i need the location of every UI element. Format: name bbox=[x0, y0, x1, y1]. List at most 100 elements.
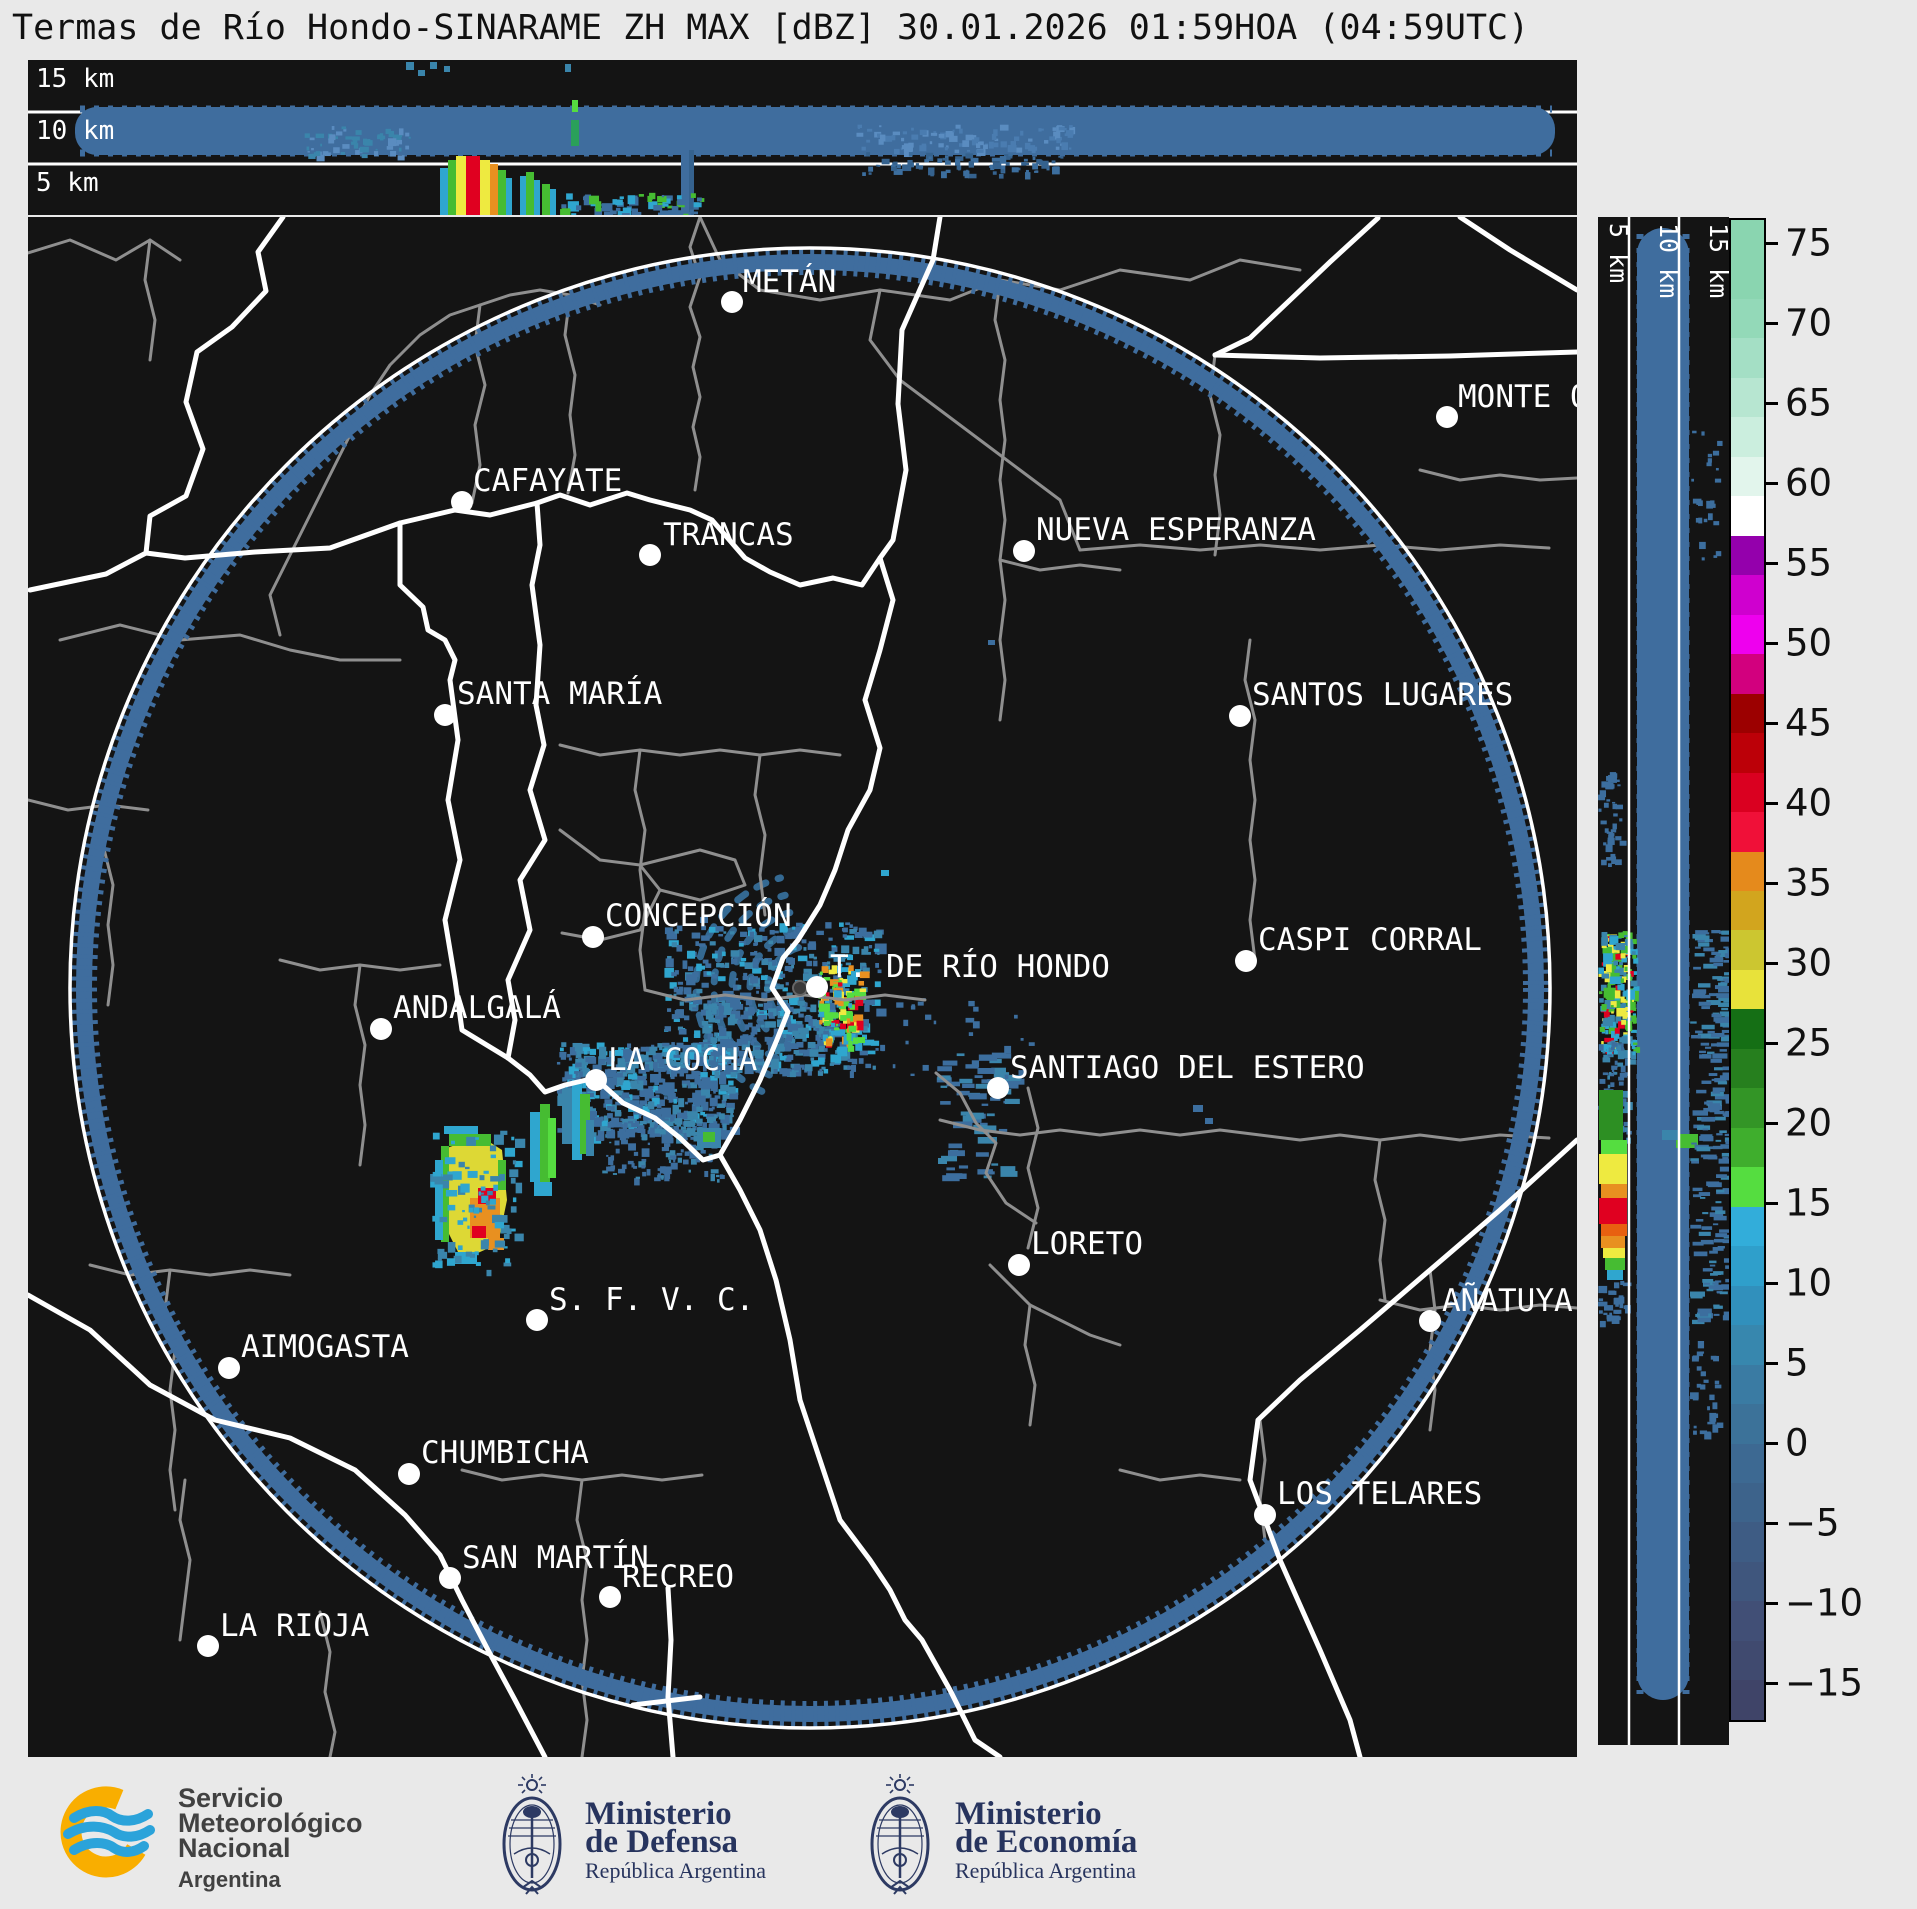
colorbar-segment bbox=[1731, 1561, 1764, 1602]
smn-line-3: Nacional bbox=[178, 1833, 291, 1863]
city-marker: T. DE RÍO HONDO bbox=[806, 949, 1110, 998]
city-dot bbox=[197, 1635, 219, 1657]
colorbar-segment bbox=[1731, 1285, 1764, 1326]
colorbar-segment bbox=[1731, 733, 1764, 773]
city-label: RECREO bbox=[622, 1559, 734, 1595]
colorbar-segment bbox=[1731, 1680, 1764, 1720]
colorbar-segment bbox=[1731, 259, 1764, 299]
city-marker: NUEVA ESPERANZA bbox=[1013, 512, 1316, 562]
colorbar-segment bbox=[1731, 1325, 1764, 1365]
city-label: CHUMBICHA bbox=[421, 1435, 589, 1471]
defensa-coat-of-arms-icon bbox=[502, 1774, 562, 1895]
altitude-label: 5 km bbox=[1604, 223, 1633, 284]
colorbar-tick bbox=[1766, 322, 1778, 325]
ministerio-defensa-wordmark: Ministerio de Defensa República Argentin… bbox=[585, 1798, 766, 1884]
economia-line-3: República Argentina bbox=[955, 1858, 1137, 1883]
cross-section-top-panel: 15 km 10 km 5 km bbox=[28, 60, 1577, 215]
colorbar-segment bbox=[1731, 377, 1764, 418]
colorbar-tick-label: 50 bbox=[1785, 621, 1833, 665]
colorbar-tick bbox=[1766, 1282, 1778, 1285]
colorbar-tick-label: 75 bbox=[1785, 221, 1833, 265]
colorbar-segment bbox=[1731, 1088, 1764, 1128]
economia-line-2: de Economía bbox=[955, 1824, 1138, 1860]
city-dot bbox=[582, 926, 604, 948]
city-label: MONTE Q bbox=[1458, 379, 1577, 415]
ministerio-economia-wordmark: Ministerio de Economía República Argenti… bbox=[955, 1798, 1138, 1884]
colorbar-segment bbox=[1731, 1640, 1764, 1681]
radar-screenshot: Termas de Río Hondo-SINARAME ZH MAX [dBZ… bbox=[0, 0, 1917, 1909]
colorbar-tick-label: 0 bbox=[1785, 1421, 1809, 1465]
colorbar-tick bbox=[1766, 562, 1778, 565]
colorbar-tick bbox=[1766, 642, 1778, 645]
colorbar-segment bbox=[1731, 298, 1764, 339]
city-marker: SANTA MARÍA bbox=[434, 676, 663, 726]
city-dot bbox=[806, 976, 828, 998]
colorbar-segment bbox=[1731, 812, 1764, 852]
colorbar-tick bbox=[1766, 1122, 1778, 1125]
city-dot bbox=[526, 1309, 548, 1331]
colorbar-segment bbox=[1731, 930, 1764, 970]
page-title: Termas de Río Hondo-SINARAME ZH MAX [dBZ… bbox=[12, 8, 1530, 48]
colorbar-segment bbox=[1731, 1364, 1764, 1405]
city-dot bbox=[721, 291, 743, 313]
city-dot bbox=[1229, 705, 1251, 727]
colorbar-tick bbox=[1766, 1442, 1778, 1445]
colorbar-tick-label: 30 bbox=[1785, 941, 1833, 985]
colorbar-segment bbox=[1731, 1601, 1764, 1641]
colorbar-tick-label: 70 bbox=[1785, 301, 1833, 345]
city-marker: LORETO bbox=[1008, 1226, 1143, 1276]
city-dot bbox=[370, 1018, 392, 1040]
city-label: LA COCHA bbox=[608, 1042, 758, 1078]
colorbar-tick-label: −10 bbox=[1785, 1581, 1864, 1625]
city-label: ANDALGALÁ bbox=[393, 990, 561, 1026]
city-dot bbox=[434, 704, 456, 726]
smn-waves-icon bbox=[63, 1806, 155, 1857]
colorbar-segment bbox=[1731, 496, 1764, 536]
colorbar-tick bbox=[1766, 722, 1778, 725]
colorbar-tick-label: −5 bbox=[1785, 1501, 1840, 1545]
city-label: METÁN bbox=[743, 264, 836, 300]
colorbar-tick-label: 40 bbox=[1785, 781, 1833, 825]
city-label: SANTA MARÍA bbox=[457, 676, 663, 712]
city-marker: SANTIAGO DEL ESTERO bbox=[987, 1050, 1365, 1099]
city-marker: TRANCAS bbox=[639, 517, 794, 566]
altitude-label: 5 km bbox=[36, 168, 99, 198]
colorbar-tick bbox=[1766, 1602, 1778, 1605]
colorbar-segment bbox=[1731, 1522, 1764, 1562]
colorbar-tick bbox=[1766, 1522, 1778, 1525]
colorbar-segment bbox=[1731, 456, 1764, 497]
altitude-label: 10 km bbox=[1654, 223, 1683, 299]
colorbar-tick bbox=[1766, 242, 1778, 245]
city-dot bbox=[1419, 1310, 1441, 1332]
city-dot bbox=[639, 544, 661, 566]
colorbar-tick bbox=[1766, 802, 1778, 805]
city-label: T. DE RÍO HONDO bbox=[830, 949, 1110, 985]
city-dot bbox=[987, 1077, 1009, 1099]
economia-coat-of-arms-icon bbox=[870, 1774, 930, 1895]
colorbar-segment bbox=[1731, 1048, 1764, 1089]
colorbar-segment bbox=[1731, 1483, 1764, 1523]
colorbar-tick bbox=[1766, 882, 1778, 885]
dbz-colorbar bbox=[1729, 218, 1766, 1722]
colorbar-segment bbox=[1731, 1009, 1764, 1049]
colorbar-tick bbox=[1766, 1042, 1778, 1045]
city-label: LORETO bbox=[1031, 1226, 1143, 1262]
city-label: SANTIAGO DEL ESTERO bbox=[1010, 1050, 1365, 1086]
cross-section-right-canvas bbox=[1598, 217, 1729, 1745]
city-dot bbox=[1008, 1254, 1030, 1276]
city-dot bbox=[1436, 406, 1458, 428]
city-label: TRANCAS bbox=[663, 517, 794, 553]
city-label: NUEVA ESPERANZA bbox=[1036, 512, 1316, 548]
colorbar-tick-label: 20 bbox=[1785, 1101, 1833, 1145]
city-marker: CASPI CORRAL bbox=[1235, 922, 1482, 972]
city-dot bbox=[1013, 540, 1035, 562]
city-dot bbox=[439, 1567, 461, 1589]
city-marker: LA RIOJA bbox=[197, 1608, 370, 1657]
colorbar-tick bbox=[1766, 1362, 1778, 1365]
colorbar-segment bbox=[1731, 890, 1764, 931]
colorbar-tick-label: 5 bbox=[1785, 1341, 1809, 1385]
colorbar-tick-label: −15 bbox=[1785, 1661, 1864, 1705]
colorbar-segment bbox=[1731, 1246, 1764, 1286]
colorbar-tick bbox=[1766, 1682, 1778, 1685]
city-dot bbox=[218, 1357, 240, 1379]
